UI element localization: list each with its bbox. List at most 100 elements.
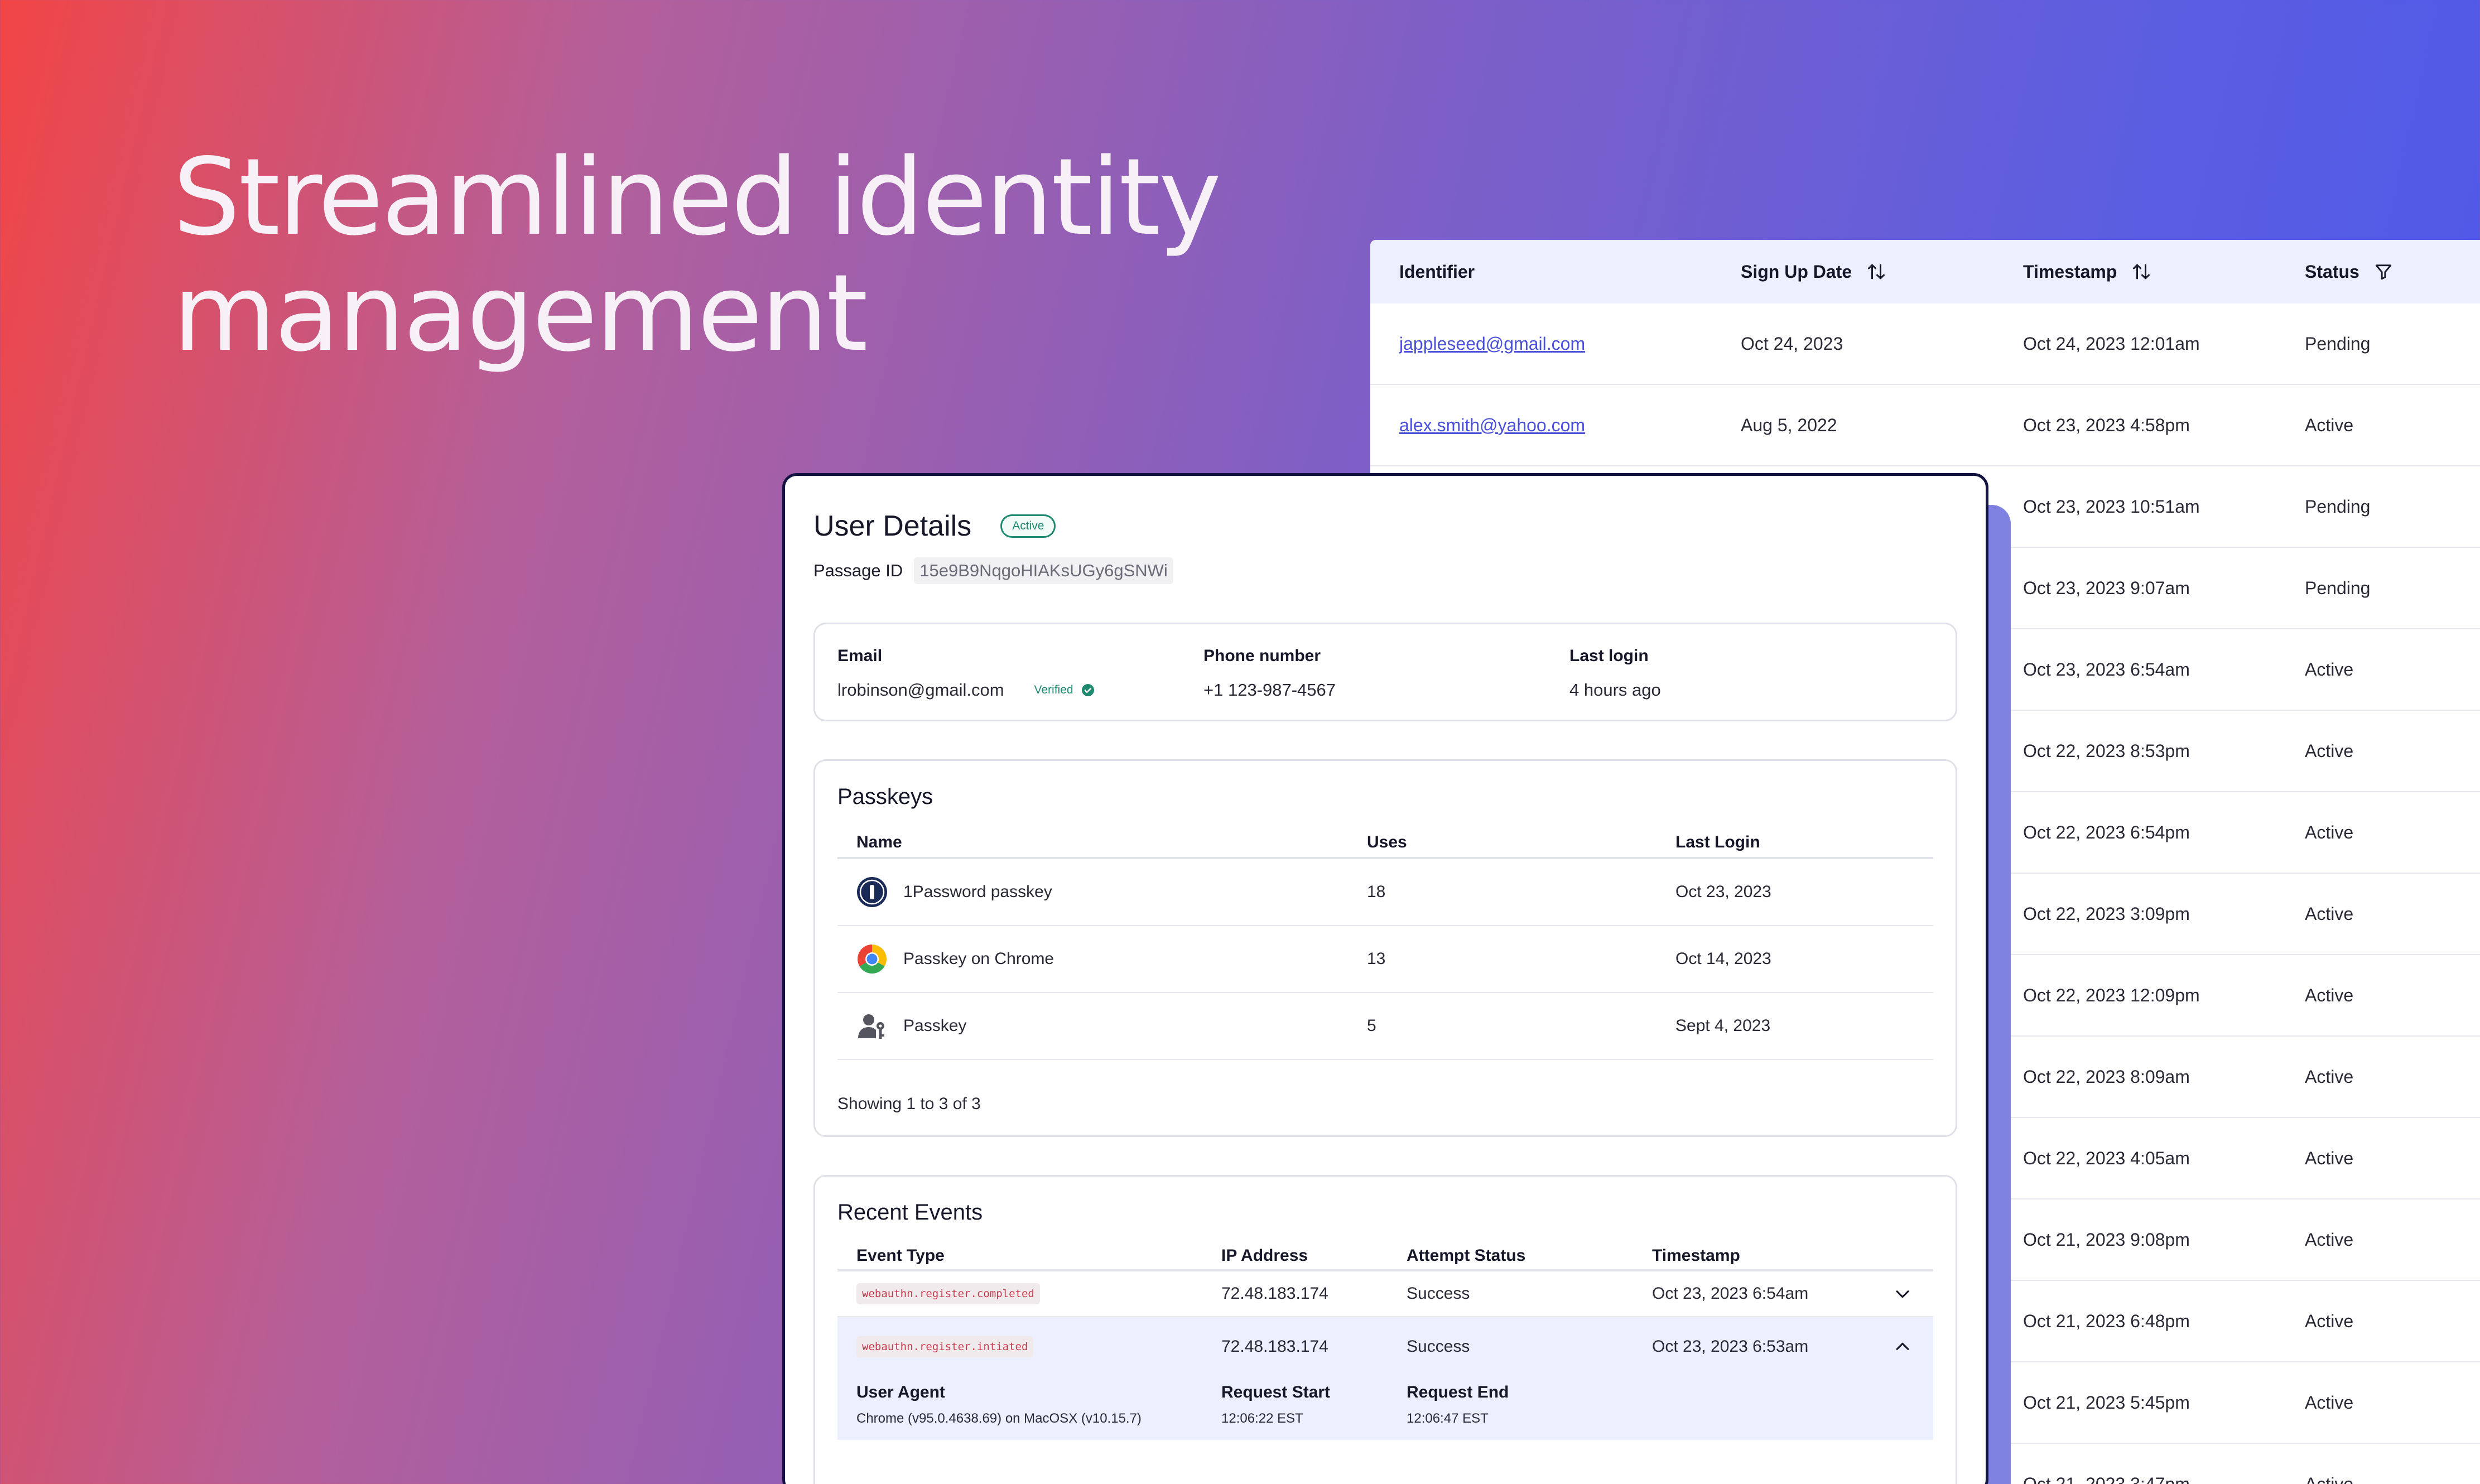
last-login-label: Last login bbox=[1569, 647, 1649, 665]
events-table-header: Event Type IP Address Attempt Status Tim… bbox=[837, 1242, 1933, 1271]
column-header-status[interactable]: Status bbox=[2305, 240, 2393, 303]
event-row-expanded[interactable]: webauthn.register.intiated 72.48.183.174… bbox=[837, 1317, 1933, 1376]
hero-heading: Streamlined identity management bbox=[173, 139, 1221, 375]
pagination-summary: Showing 1 to 3 of 3 bbox=[837, 1095, 981, 1113]
phone-value: +1 123-987-4567 bbox=[1203, 680, 1336, 700]
event-ip: 72.48.183.174 bbox=[1221, 1284, 1328, 1303]
column-header-event-type: Event Type bbox=[856, 1246, 945, 1265]
signup-date-cell: Aug 5, 2022 bbox=[1741, 415, 1837, 435]
sort-icon[interactable] bbox=[1866, 262, 1886, 282]
passkeys-table: Name Uses Last Login 1Password passkey 1… bbox=[837, 828, 1933, 1060]
status-cell: Pending bbox=[2305, 333, 2371, 354]
email-label: Email bbox=[837, 647, 883, 665]
timestamp-cell: Oct 22, 2023 12:09pm bbox=[2023, 985, 2200, 1005]
chevron-down-icon[interactable] bbox=[1893, 1284, 1912, 1303]
event-type-tag: webauthn.register.completed bbox=[856, 1283, 1040, 1304]
email-info: Email lrobinson@gmail.com Verified bbox=[837, 647, 1095, 700]
passkeys-table-header: Name Uses Last Login bbox=[837, 828, 1933, 859]
request-end-label: Request End bbox=[1407, 1383, 1509, 1401]
passkey-last-login: Oct 14, 2023 bbox=[1675, 950, 1771, 968]
status-cell: Active bbox=[2305, 1066, 2354, 1087]
event-timestamp: Oct 23, 2023 6:54am bbox=[1652, 1284, 1809, 1303]
timestamp-cell: Oct 21, 2023 6:48pm bbox=[2023, 1310, 2190, 1331]
passkey-name: 1Password passkey bbox=[903, 883, 1052, 901]
status-cell: Active bbox=[2305, 1392, 2354, 1413]
request-start-value: 12:06:22 EST bbox=[1221, 1411, 1303, 1426]
column-header-timestamp: Timestamp bbox=[1652, 1246, 1740, 1265]
identifier-link[interactable]: alex.smith@yahoo.com bbox=[1399, 415, 1585, 436]
passkey-row[interactable]: 1Password passkey 18 Oct 23, 2023 bbox=[837, 859, 1933, 926]
check-circle-icon bbox=[1081, 684, 1094, 696]
events-table: Event Type IP Address Attempt Status Tim… bbox=[837, 1242, 1933, 1440]
user-agent-label: User Agent bbox=[856, 1383, 945, 1401]
recent-events-card: Recent Events Event Type IP Address Atte… bbox=[813, 1175, 1957, 1484]
status-cell: Active bbox=[2305, 415, 2354, 435]
request-end-value: 12:06:47 EST bbox=[1407, 1411, 1489, 1426]
onepassword-icon bbox=[857, 877, 887, 907]
status-cell: Active bbox=[2305, 1148, 2354, 1168]
column-header-last-login: Last Login bbox=[1675, 833, 1760, 851]
timestamp-cell: Oct 23, 2023 4:58pm bbox=[2023, 415, 2190, 435]
status-cell: Active bbox=[2305, 1229, 2354, 1250]
status-cell: Active bbox=[2305, 740, 2354, 761]
last-login-value: 4 hours ago bbox=[1569, 680, 1661, 700]
event-status: Success bbox=[1407, 1284, 1470, 1303]
timestamp-cell: Oct 24, 2023 12:01am bbox=[2023, 333, 2200, 354]
passkey-name: Passkey on Chrome bbox=[903, 950, 1054, 968]
timestamp-cell: Oct 21, 2023 5:45pm bbox=[2023, 1392, 2190, 1413]
page-title: User Details bbox=[813, 510, 972, 542]
sort-icon[interactable] bbox=[2131, 262, 2151, 282]
verified-badge: Verified bbox=[1034, 683, 1095, 697]
timestamp-cell: Oct 23, 2023 10:51am bbox=[2023, 496, 2200, 517]
timestamp-cell: Oct 22, 2023 8:09am bbox=[2023, 1066, 2190, 1087]
column-header-attempt-status: Attempt Status bbox=[1407, 1246, 1526, 1265]
column-header-signup-date[interactable]: Sign Up Date bbox=[1741, 240, 1886, 303]
status-cell: Active bbox=[2305, 985, 2354, 1005]
chevron-up-icon[interactable] bbox=[1893, 1337, 1912, 1356]
column-header-timestamp[interactable]: Timestamp bbox=[2023, 240, 2151, 303]
last-login-info: Last login 4 hours ago bbox=[1569, 647, 1661, 700]
passkey-row[interactable]: Passkey on Chrome 13 Oct 14, 2023 bbox=[837, 926, 1933, 993]
event-type-tag: webauthn.register.intiated bbox=[856, 1336, 1034, 1357]
chrome-icon bbox=[858, 945, 887, 974]
status-cell: Active bbox=[2305, 822, 2354, 842]
hero-line-2: management bbox=[173, 252, 868, 375]
passage-id-value[interactable]: 15e9B9NqgoHIAKsUGy6gSNWi bbox=[914, 557, 1173, 584]
status-cell: Active bbox=[2305, 903, 2354, 924]
passage-id: Passage ID 15e9B9NqgoHIAKsUGy6gSNWi bbox=[813, 557, 1173, 584]
timestamp-cell: Oct 23, 2023 6:54am bbox=[2023, 659, 2190, 680]
filter-icon[interactable] bbox=[2374, 262, 2393, 281]
passkeys-title: Passkeys bbox=[837, 784, 933, 809]
passkey-last-login: Oct 23, 2023 bbox=[1675, 883, 1771, 901]
column-header-ip-address: IP Address bbox=[1221, 1246, 1308, 1265]
event-row[interactable]: webauthn.register.completed 72.48.183.17… bbox=[837, 1271, 1933, 1317]
passkey-uses: 18 bbox=[1367, 883, 1386, 901]
table-row[interactable]: alex.smith@yahoo.com Aug 5, 2022 Oct 23, 2… bbox=[1370, 385, 2480, 466]
timestamp-cell: Oct 21, 2023 3:47pm bbox=[2023, 1473, 2190, 1484]
passkey-row[interactable]: Passkey 5 Sept 4, 2023 bbox=[837, 993, 1933, 1060]
contact-info-card: Email lrobinson@gmail.com Verified Phone… bbox=[813, 623, 1957, 721]
users-table-header: Identifier Sign Up Date Timestamp Status bbox=[1370, 240, 2480, 303]
status-cell: Pending bbox=[2305, 496, 2371, 517]
table-row[interactable]: jappleseed@gmail.com Oct 24, 2023 Oct 24, … bbox=[1370, 303, 2480, 385]
recent-events-title: Recent Events bbox=[837, 1200, 983, 1225]
status-cell: Active bbox=[2305, 1310, 2354, 1331]
status-badge: Active bbox=[1000, 514, 1056, 538]
identifier-link[interactable]: jappleseed@gmail.com bbox=[1399, 334, 1585, 354]
column-header-uses: Uses bbox=[1367, 833, 1407, 851]
status-cell: Active bbox=[2305, 659, 2354, 680]
timestamp-cell: Oct 22, 2023 6:54pm bbox=[2023, 822, 2190, 842]
user-agent-value: Chrome (v95.0.4638.69) on MacOSX (v10.15… bbox=[856, 1411, 1142, 1426]
passkey-uses: 13 bbox=[1367, 950, 1386, 968]
status-cell: Active bbox=[2305, 1473, 2354, 1484]
column-header-identifier[interactable]: Identifier bbox=[1399, 240, 1475, 303]
timestamp-cell: Oct 23, 2023 9:07am bbox=[2023, 577, 2190, 598]
timestamp-cell: Oct 22, 2023 8:53pm bbox=[2023, 740, 2190, 761]
event-status: Success bbox=[1407, 1337, 1470, 1356]
passkeys-card: Passkeys Name Uses Last Login 1Password … bbox=[813, 759, 1957, 1137]
timestamp-cell: Oct 22, 2023 4:05am bbox=[2023, 1148, 2190, 1168]
status-cell: Pending bbox=[2305, 577, 2371, 598]
passage-id-label: Passage ID bbox=[813, 561, 903, 580]
event-timestamp: Oct 23, 2023 6:53am bbox=[1652, 1337, 1809, 1356]
column-header-name: Name bbox=[856, 833, 902, 851]
